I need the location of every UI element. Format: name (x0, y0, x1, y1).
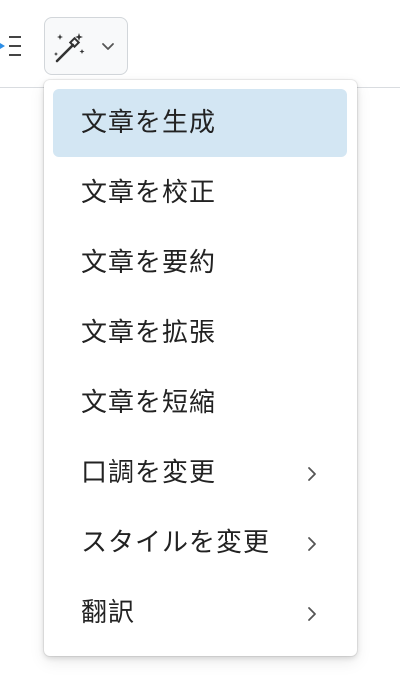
menu-item-change-tone[interactable]: 口調を変更 (53, 439, 347, 507)
menu-item-translate[interactable]: 翻訳 (53, 579, 347, 647)
menu-item-label: 文章を短縮 (81, 388, 217, 418)
editor-page: 文章を生成 文章を校正 文章を要約 文章を拡張 文章を短縮 口調を変更 スタイル… (0, 0, 400, 691)
menu-item-label: 文章を生成 (81, 108, 217, 138)
menu-item-shorten-text[interactable]: 文章を短縮 (53, 369, 347, 437)
menu-item-generate-text[interactable]: 文章を生成 (53, 89, 347, 157)
menu-item-summarize-text[interactable]: 文章を要約 (53, 229, 347, 297)
menu-item-change-style[interactable]: スタイルを変更 (53, 509, 347, 577)
menu-item-label: スタイルを変更 (81, 528, 271, 558)
ai-actions-menu: 文章を生成 文章を校正 文章を要約 文章を拡張 文章を短縮 口調を変更 スタイル… (44, 80, 357, 656)
menu-item-expand-text[interactable]: 文章を拡張 (53, 299, 347, 367)
editor-toolbar (0, 0, 400, 88)
menu-item-label: 口調を変更 (81, 458, 217, 488)
menu-item-label: 文章を拡張 (81, 318, 217, 348)
bulleted-list-icon[interactable] (0, 33, 22, 61)
chevron-right-icon (308, 537, 316, 551)
chevron-down-icon (102, 43, 114, 50)
menu-item-label: 翻訳 (81, 598, 136, 628)
menu-item-label: 文章を校正 (81, 178, 217, 208)
ai-assistant-dropdown-button[interactable] (44, 17, 128, 75)
menu-item-label: 文章を要約 (81, 248, 217, 278)
chevron-right-icon (308, 467, 316, 481)
chevron-right-icon (308, 607, 316, 621)
menu-item-proofread-text[interactable]: 文章を校正 (53, 159, 347, 227)
magic-wand-icon (54, 33, 85, 63)
